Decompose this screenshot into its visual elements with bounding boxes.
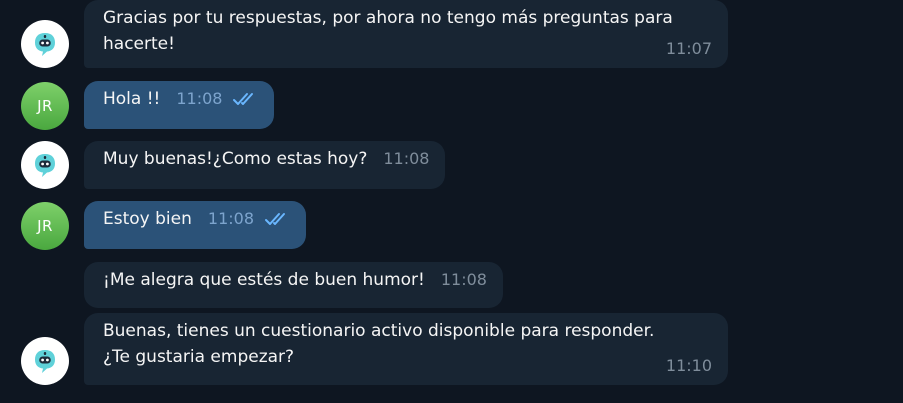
message-time: 11:08 (383, 149, 430, 168)
message-text: Gracias por tu respuestas, por ahora no … (103, 8, 673, 54)
message-text: Hola !! (103, 89, 161, 109)
message-time: 11:08 (207, 209, 254, 228)
user-avatar[interactable]: JR (21, 82, 69, 130)
message-meta: 11:08 (208, 206, 290, 232)
message-bubble[interactable]: Muy buenas!¿Como estas hoy? 11:08 (84, 141, 446, 189)
message-text: Muy buenas!¿Como estas hoy? (103, 149, 368, 169)
robot-chat-icon (35, 33, 55, 56)
robot-chat-icon (35, 154, 55, 177)
message-text: Estoy bien (103, 209, 192, 229)
chat-history: Gracias por tu respuestas, por ahora no … (0, 0, 903, 403)
message-bubble[interactable]: Estoy bien 11:08 (84, 201, 306, 249)
robot-chat-icon (35, 350, 55, 373)
message-bubble[interactable]: Buenas, tienes un cuestionario activo di… (84, 313, 728, 385)
bot-avatar[interactable] (21, 337, 69, 385)
message-time: 11:08 (176, 89, 223, 108)
double-check-icon (265, 213, 285, 225)
user-initials: JR (37, 97, 53, 115)
message-time: 11:10 (665, 356, 712, 375)
user-initials: JR (37, 217, 53, 235)
message-time: 11:07 (665, 39, 712, 58)
bot-avatar[interactable] (21, 141, 69, 189)
bot-avatar[interactable] (21, 20, 69, 68)
message-meta: 11:08 (176, 86, 258, 112)
message-bubble[interactable]: Hola !! 11:08 (84, 81, 275, 129)
user-avatar[interactable]: JR (21, 202, 69, 250)
message-time: 11:08 (440, 270, 487, 289)
message-bubble[interactable]: Gracias por tu respuestas, por ahora no … (84, 0, 728, 68)
message-text: Buenas, tienes un cuestionario activo di… (103, 321, 655, 367)
double-check-icon (233, 93, 254, 105)
message-text: ¡Me alegra que estés de buen humor! (103, 270, 425, 290)
message-bubble[interactable]: ¡Me alegra que estés de buen humor! 11:08 (84, 262, 503, 308)
